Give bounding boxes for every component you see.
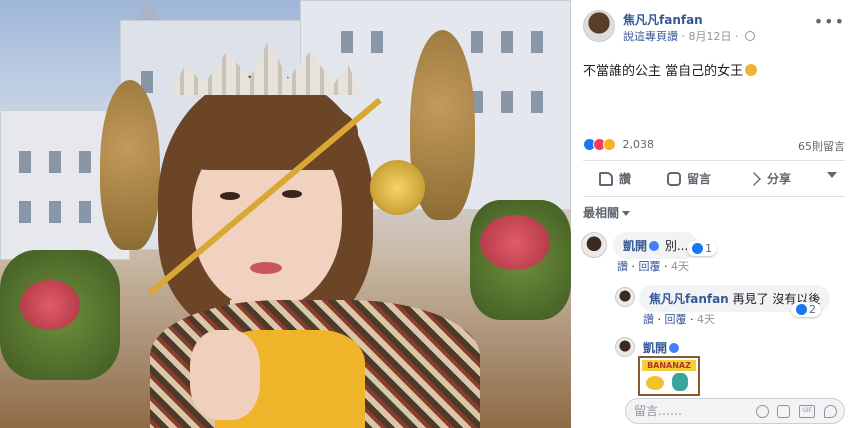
reply-like-link[interactable]: 讚 bbox=[643, 313, 654, 326]
character-icon bbox=[672, 373, 688, 391]
eye-right bbox=[282, 190, 302, 198]
commenter-avatar[interactable] bbox=[581, 232, 607, 258]
reactions-bar[interactable]: 2,038 65則留言 bbox=[583, 138, 845, 154]
comment-time[interactable]: 4天 bbox=[671, 260, 689, 273]
comment-meta: 讚 · 回覆 · 4天 bbox=[617, 260, 689, 273]
divider bbox=[583, 160, 845, 161]
comment-button[interactable]: 留言 bbox=[667, 170, 711, 187]
emoji-icon[interactable] bbox=[755, 405, 769, 418]
comment-like-link[interactable]: 讚 bbox=[617, 260, 628, 273]
more-options-icon[interactable]: ••• bbox=[814, 12, 845, 31]
flowers-right bbox=[480, 215, 550, 270]
sticker-reply-header: 凱開 bbox=[643, 339, 681, 356]
chevron-down-icon bbox=[622, 211, 631, 216]
sticker-icon[interactable] bbox=[824, 405, 837, 418]
reply-author-name[interactable]: 凱開 bbox=[643, 341, 667, 355]
post-caption: 不當誰的公主 當自己的女王 bbox=[583, 60, 758, 79]
reply-reply-link[interactable]: 回覆 bbox=[665, 313, 687, 326]
thumbs-up-icon bbox=[599, 172, 613, 186]
author-avatar[interactable] bbox=[583, 10, 615, 42]
author-name[interactable]: 焦凡凡fanfan bbox=[623, 11, 703, 28]
gif-icon[interactable]: GIF bbox=[799, 405, 816, 418]
post-date[interactable]: 8月12日 bbox=[689, 30, 732, 43]
reply-meta: 讚 · 回覆 · 4天 bbox=[643, 313, 715, 326]
camera-icon[interactable] bbox=[777, 405, 791, 418]
divider bbox=[583, 196, 845, 197]
bangs bbox=[178, 95, 358, 170]
scepter-head bbox=[370, 160, 425, 215]
audience-caret-icon[interactable] bbox=[827, 172, 837, 178]
verified-icon bbox=[669, 343, 680, 353]
post-header: 焦凡凡fanfan 說這專頁讚 · 8月12日 · ••• bbox=[583, 10, 845, 44]
comment-icon bbox=[667, 172, 681, 186]
princess-emoji-icon bbox=[745, 64, 758, 76]
reaction-count[interactable]: 2,038 bbox=[623, 138, 655, 151]
comment-like-count[interactable]: 1 bbox=[687, 241, 717, 256]
comment-count[interactable]: 65則留言 bbox=[798, 138, 845, 154]
like-button[interactable]: 讚 bbox=[599, 170, 631, 187]
post-photo[interactable] bbox=[0, 0, 571, 428]
eye-left bbox=[220, 192, 240, 200]
like-icon bbox=[796, 304, 807, 315]
flowers-left bbox=[20, 280, 80, 330]
banana-icon bbox=[646, 376, 664, 390]
lips bbox=[250, 262, 282, 274]
tree-left bbox=[100, 80, 160, 250]
like-page-link[interactable]: 說這專頁讚 bbox=[623, 30, 678, 43]
like-icon bbox=[692, 243, 703, 254]
share-button[interactable]: 分享 bbox=[747, 170, 791, 187]
post-meta: 說這專頁讚 · 8月12日 · bbox=[623, 28, 755, 44]
reply-author-name[interactable]: 焦凡凡fanfan bbox=[649, 292, 729, 306]
hand bbox=[190, 330, 260, 420]
reply-avatar[interactable] bbox=[615, 337, 635, 357]
comment-text: 別... bbox=[664, 239, 689, 253]
composer-icons: GIF bbox=[751, 404, 837, 418]
haha-reaction-icon bbox=[603, 138, 616, 151]
commenter-name[interactable]: 凱開 bbox=[623, 239, 647, 253]
sticker-sign: BANANAZ bbox=[642, 360, 696, 371]
comment-reply-link[interactable]: 回覆 bbox=[639, 260, 661, 273]
post-side-panel: 焦凡凡fanfan 說這專頁讚 · 8月12日 · ••• 不當誰的公主 當自己… bbox=[571, 0, 857, 428]
reply-time[interactable]: 4天 bbox=[697, 313, 715, 326]
comment-composer: GIF bbox=[583, 398, 845, 424]
sticker[interactable]: BANANAZ bbox=[638, 356, 700, 396]
comment-sort-dropdown[interactable]: 最相關 bbox=[583, 204, 631, 221]
reply-like-count[interactable]: 2 bbox=[791, 302, 821, 317]
reply-avatar[interactable] bbox=[615, 287, 635, 307]
verified-icon bbox=[649, 241, 660, 251]
action-bar: 讚 留言 分享 bbox=[583, 166, 845, 192]
globe-icon bbox=[745, 31, 755, 41]
share-icon bbox=[747, 172, 761, 186]
comment-bubble: 凱開 別... bbox=[613, 232, 699, 259]
